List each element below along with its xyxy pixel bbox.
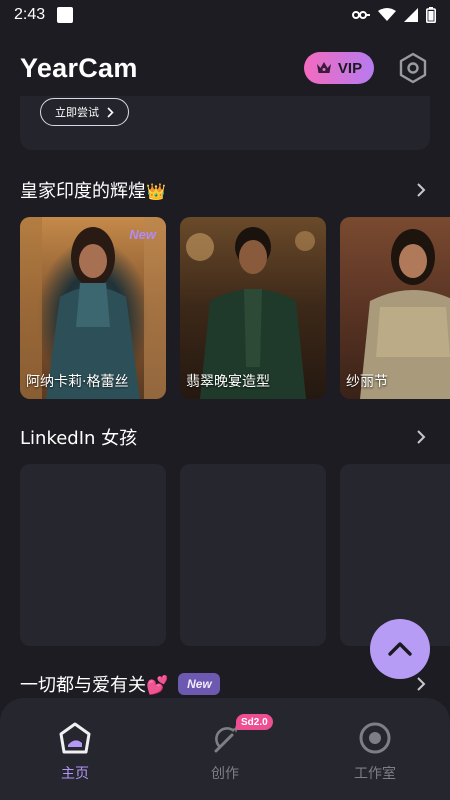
try-now-button[interactable]: 立即尝试 [40,98,129,126]
nav-item-home[interactable]: 主页 [0,698,150,800]
battery-icon [426,7,436,23]
chevron-right-icon[interactable] [412,675,430,693]
home-icon [57,720,93,756]
nav-label: 主页 [61,766,89,782]
section-title: 一切都与爱有关💕 [20,671,168,697]
section-title-text: 皇家印度的辉煌 [20,181,146,202]
card-label: 阿纳卡莉·格蕾丝 [26,374,129,390]
new-badge: New [178,673,221,695]
section-header-love[interactable]: 一切都与爱有关💕 New [20,670,430,698]
crown-emoji-icon: 👑 [146,182,166,201]
card-label: 纱丽节 [346,374,388,390]
settings-button[interactable] [396,51,430,85]
app-header: YearCam VIP [0,40,450,96]
studio-icon [357,720,393,756]
style-card-placeholder[interactable] [180,464,326,646]
scroll-to-top-button[interactable] [370,619,430,679]
signal-icon [404,8,418,22]
try-now-label: 立即尝试 [55,106,99,119]
chevron-right-icon[interactable] [412,181,430,199]
notification-icon [57,7,74,23]
chevron-right-icon [107,106,114,118]
chevron-up-icon [388,642,412,656]
style-card-placeholder[interactable] [20,464,166,646]
crown-icon [316,62,331,73]
bottom-nav: 主页 Sd2.0 创作 工作室 [0,698,450,800]
status-time: 2:43 [14,6,46,23]
nav-label: 工作室 [354,766,396,782]
style-card[interactable]: New 阿纳卡莉·格蕾丝 [20,217,166,399]
nav-label: 创作 [211,766,239,782]
wifi-icon [378,8,396,21]
style-card[interactable]: 纱丽节 [340,217,450,399]
vpn-key-icon [352,11,370,19]
status-bar: 2:43 [0,0,450,30]
hexagon-settings-icon [399,52,427,84]
hearts-emoji-icon: 💕 [146,675,169,696]
card-row-royal-india: New 阿纳卡莉·格蕾丝 翡翠晚宴造型 纱丽节 [20,217,450,399]
section-title: LinkedIn 女孩 [20,428,138,449]
section-title: 皇家印度的辉煌👑 [20,177,166,203]
status-icons [352,7,436,23]
vip-button[interactable]: VIP [304,52,374,84]
new-tag: New [129,227,156,242]
app-title: YearCam [20,52,138,83]
nav-item-studio[interactable]: 工作室 [300,698,450,800]
section-title-text: 一切都与爱有关 [20,675,146,696]
style-card[interactable]: 翡翠晚宴造型 [180,217,326,399]
sd-version-badge: Sd2.0 [236,714,273,730]
card-label: 翡翠晚宴造型 [186,374,270,390]
vip-label: VIP [337,59,363,77]
nav-item-create[interactable]: Sd2.0 创作 [150,698,300,800]
section-header-linkedin[interactable]: LinkedIn 女孩 [20,423,430,451]
promo-banner[interactable]: 立即尝试 [20,96,430,150]
section-header-royal-india[interactable]: 皇家印度的辉煌👑 [20,176,430,204]
chevron-right-icon[interactable] [412,428,430,446]
card-row-linkedin [20,464,450,646]
